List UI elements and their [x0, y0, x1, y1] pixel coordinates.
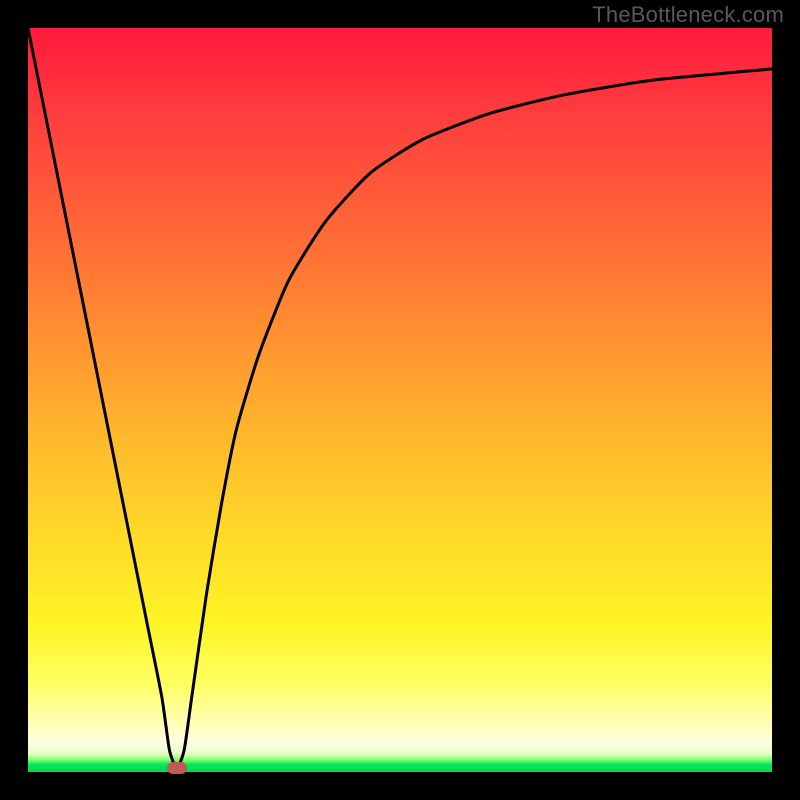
- watermark-text: TheBottleneck.com: [592, 2, 784, 28]
- optimum-marker: [167, 762, 187, 774]
- chart-frame: TheBottleneck.com: [0, 0, 800, 800]
- bottleneck-curve: [28, 28, 772, 768]
- curve-layer: [28, 28, 772, 772]
- plot-area: [28, 28, 772, 772]
